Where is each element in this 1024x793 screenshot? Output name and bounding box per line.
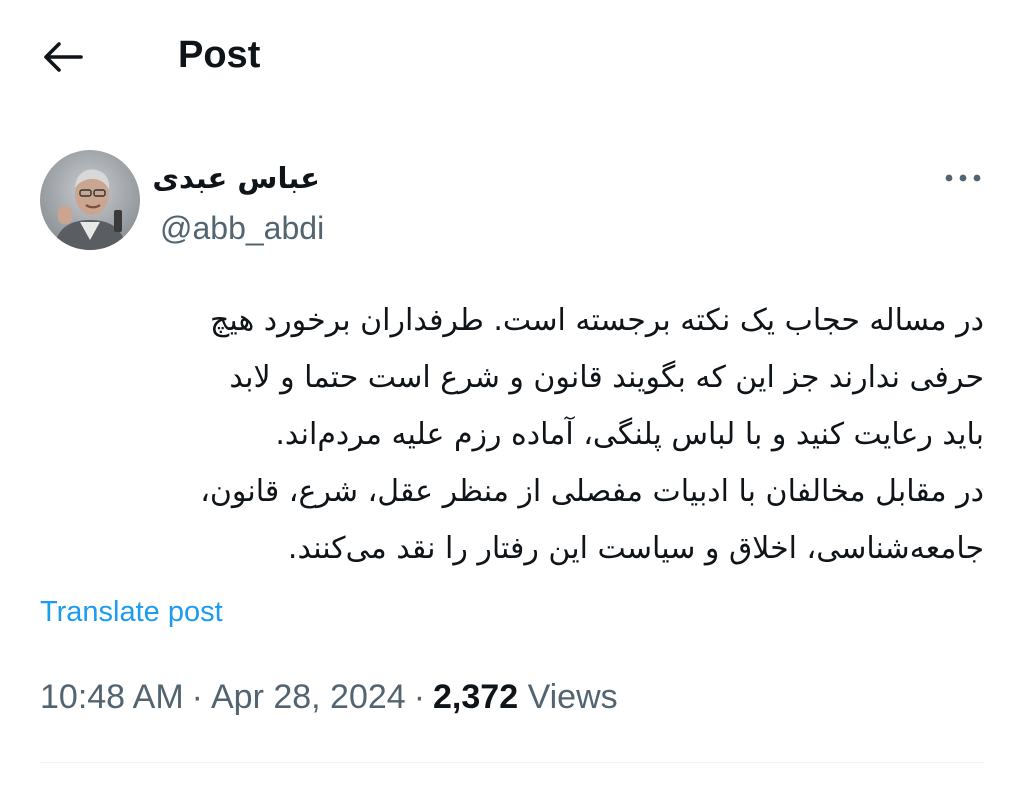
more-options-button[interactable]	[938, 158, 988, 198]
divider	[40, 762, 984, 763]
author-handle[interactable]: @abb_abdi	[160, 206, 780, 250]
user-avatar-icon	[40, 150, 140, 250]
post-meta: 10:48 AM · Apr 28, 2024 · 2,372 Views	[40, 674, 618, 720]
meta-separator: ·	[413, 678, 426, 716]
post-text-line: در مقابل مخالفان با ادبیات مفصلی از منظر…	[200, 474, 984, 509]
post-date[interactable]: Apr 28, 2024	[211, 678, 406, 716]
post-time[interactable]: 10:48 AM	[40, 678, 184, 716]
views-count: 2,372	[433, 678, 519, 716]
back-button[interactable]	[40, 34, 86, 80]
top-bar: Post	[0, 0, 1024, 112]
post-page: { "header": { "back_icon": "arrow-left-i…	[0, 0, 1024, 793]
post-text-line: جامعه‌شناسی، اخلاق و سیاست این رفتار را …	[287, 531, 984, 566]
post-text: در مساله حجاب یک نکته برجسته است. طرفدار…	[40, 292, 984, 577]
page-title: Post	[178, 34, 261, 76]
post-text-line: در مساله حجاب یک نکته برجسته است. طرفدار…	[210, 303, 984, 338]
author-display-name[interactable]: عباس عبدی	[152, 154, 320, 202]
post-text-line: حرفی ندارند جز این که بگویند قانون و شرع…	[229, 360, 984, 395]
post-text-line: باید رعایت کنید و با لباس پلنگی، آماده ر…	[275, 417, 984, 452]
translate-post-link[interactable]: Translate post	[40, 592, 223, 632]
meta-separator: ·	[191, 678, 203, 716]
arrow-left-icon	[44, 42, 83, 72]
more-horizontal-icon	[945, 174, 981, 182]
avatar[interactable]	[40, 150, 140, 250]
author-info: عباس عبدی @abb_abdi	[152, 154, 780, 250]
views-label: Views	[527, 678, 618, 716]
